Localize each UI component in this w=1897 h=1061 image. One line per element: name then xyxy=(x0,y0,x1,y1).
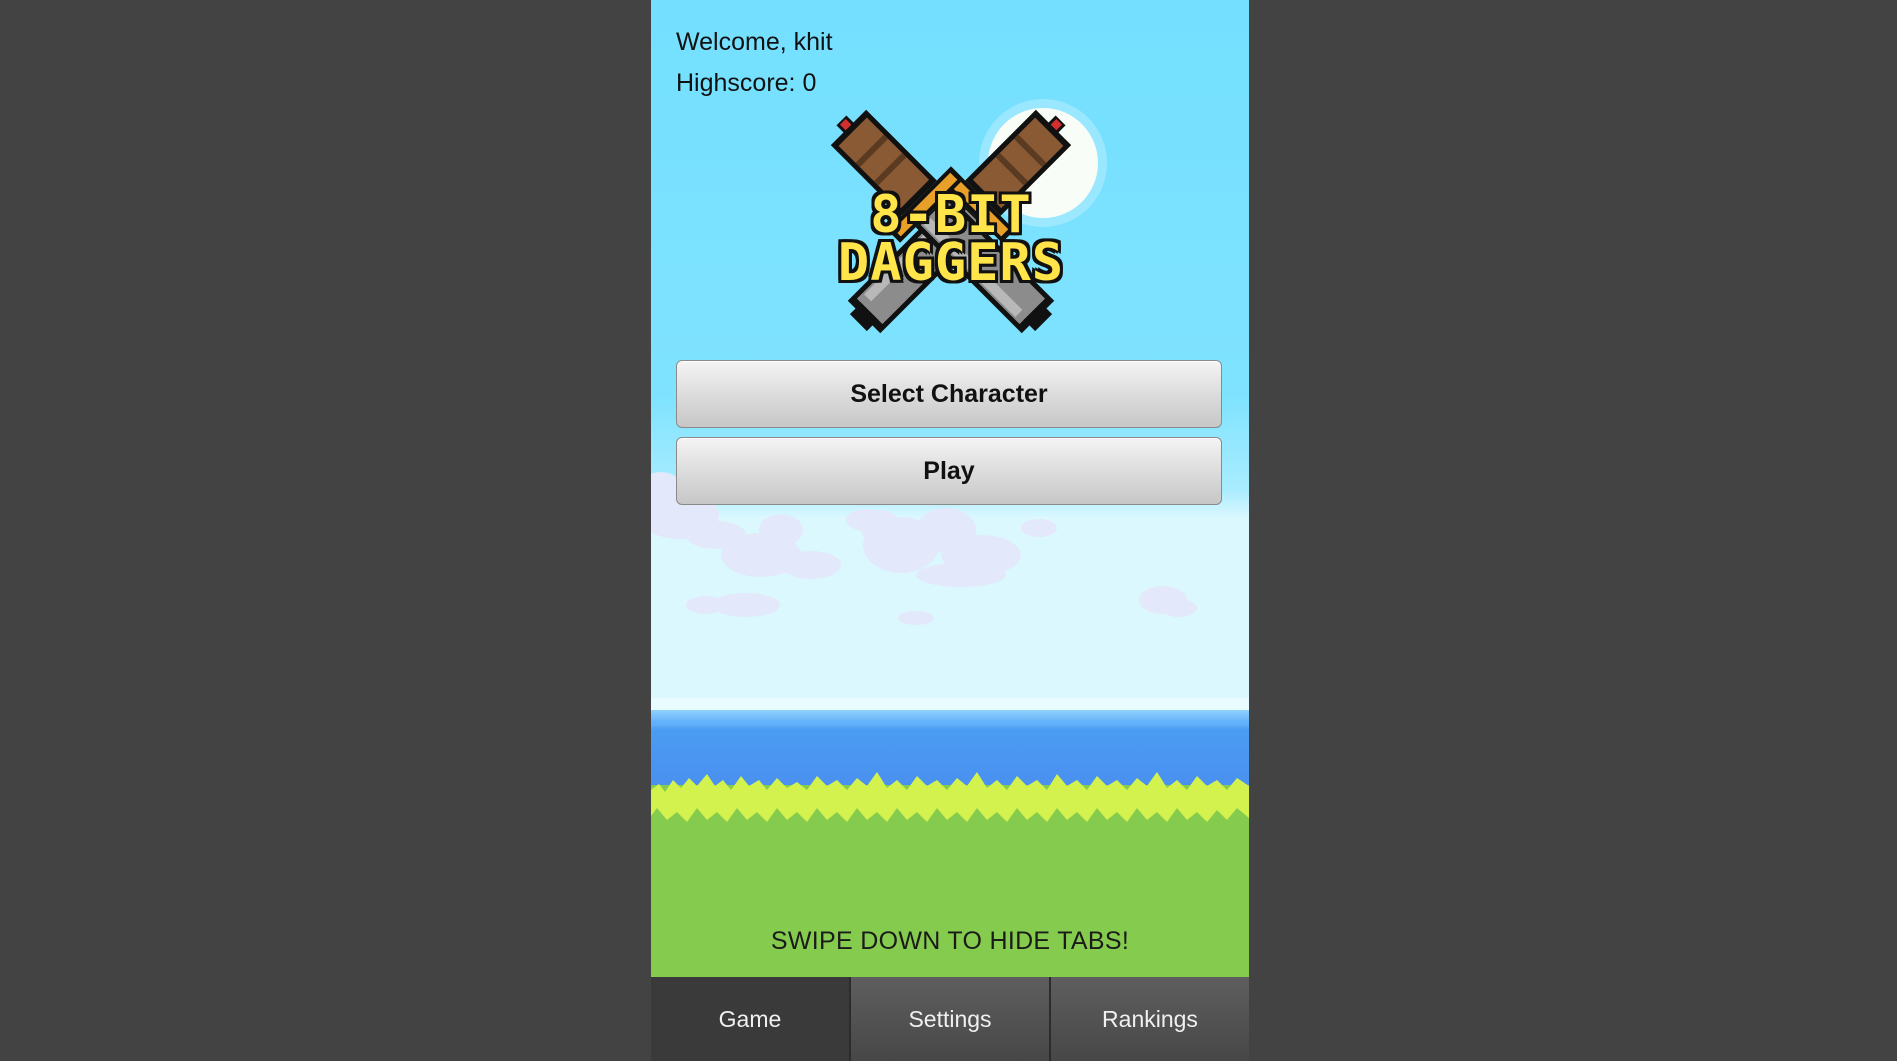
welcome-text: Welcome, khit xyxy=(676,28,833,56)
play-button[interactable]: Play xyxy=(676,437,1222,505)
bottom-tab-bar: Game Settings Rankings xyxy=(651,977,1249,1061)
tab-game[interactable]: Game xyxy=(651,977,849,1061)
select-character-button[interactable]: Select Character xyxy=(676,360,1222,428)
logo-title-line2: DAGGERS xyxy=(837,233,1065,293)
tab-rankings[interactable]: Rankings xyxy=(1049,977,1249,1061)
game-screen: Welcome, khit Highscore: 0 8-BIT DAGGERS… xyxy=(651,0,1249,1061)
tab-settings[interactable]: Settings xyxy=(849,977,1049,1061)
highscore-text: Highscore: 0 xyxy=(676,69,817,97)
swipe-hint-text: SWIPE DOWN TO HIDE TABS! xyxy=(770,927,1130,955)
game-logo: 8-BIT DAGGERS xyxy=(811,105,1091,355)
